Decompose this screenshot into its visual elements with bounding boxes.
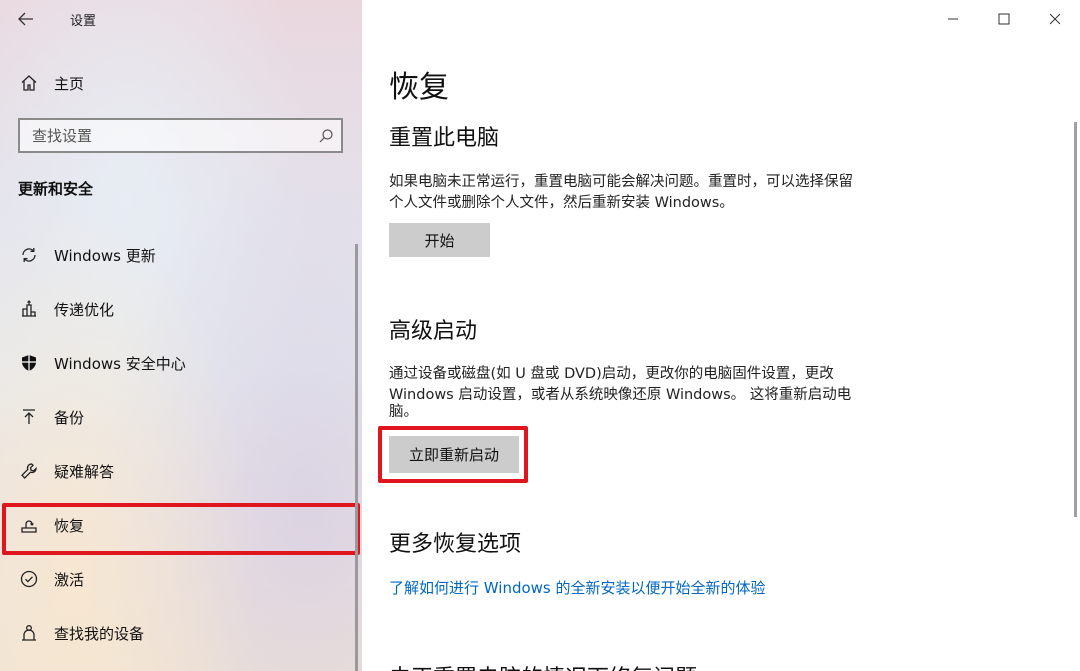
wrench-icon bbox=[0, 444, 54, 498]
back-arrow-icon bbox=[18, 12, 33, 26]
sidebar-item-windows-security[interactable]: Windows 安全中心 bbox=[0, 336, 362, 390]
sidebar-item-recovery[interactable]: 恢复 bbox=[0, 498, 362, 555]
close-button[interactable] bbox=[1029, 0, 1080, 38]
titlebar-left: 设置 bbox=[0, 0, 362, 38]
sidebar-item-label: Windows 安全中心 bbox=[54, 354, 186, 373]
search-input[interactable] bbox=[32, 126, 311, 145]
delivery-optimization-icon bbox=[0, 282, 54, 336]
advanced-startup-description: 通过设备或磁盘(如 U 盘或 DVD)启动，更改你的电脑固件设置，更改 Wind… bbox=[389, 364, 899, 419]
person-location-icon bbox=[0, 606, 54, 660]
main-scrollbar[interactable] bbox=[1074, 122, 1077, 517]
home-label: 主页 bbox=[54, 74, 85, 93]
maximize-button[interactable] bbox=[978, 0, 1029, 38]
advanced-desc-line: 通过设备或磁盘(如 U 盘或 DVD)启动，更改你的电脑固件设置，更改 bbox=[389, 366, 834, 382]
sidebar-item-label: 激活 bbox=[54, 570, 85, 589]
page-title: 恢复 bbox=[389, 70, 449, 105]
nav-list: Windows 更新 传递优化 Windows 安全中心 备份 疑难解答 恢复 … bbox=[0, 228, 362, 660]
clean-install-link[interactable]: 了解如何进行 Windows 的全新安装以便开始全新的体验 bbox=[389, 577, 766, 598]
reset-heading: 重置此电脑 bbox=[389, 126, 500, 151]
sidebar-item-label: 传递优化 bbox=[54, 300, 115, 319]
maximize-icon bbox=[998, 13, 1009, 25]
sidebar-item-label: 疑难解答 bbox=[54, 462, 115, 481]
shield-icon bbox=[0, 336, 54, 390]
sidebar-item-troubleshoot[interactable]: 疑难解答 bbox=[0, 444, 362, 498]
close-icon bbox=[1049, 13, 1060, 25]
home-nav-item[interactable]: 主页 bbox=[0, 64, 362, 102]
window-controls bbox=[927, 0, 1080, 38]
check-circle-icon bbox=[0, 552, 54, 606]
advanced-desc-line: Windows 启动设置，或者从系统映像还原 Windows。 这将重新启动电 bbox=[389, 387, 852, 403]
sidebar-item-label: 查找我的设备 bbox=[54, 624, 145, 643]
search-icon[interactable] bbox=[311, 128, 341, 144]
app-title: 设置 bbox=[70, 13, 97, 29]
minimize-icon bbox=[947, 18, 958, 20]
sidebar-item-find-my-device[interactable]: 查找我的设备 bbox=[0, 606, 362, 660]
main-content: 恢复 重置此电脑 如果电脑未正常运行，重置电脑可能会解决问题。重置时，可以选择保… bbox=[362, 0, 1080, 671]
sidebar-item-delivery-optimization[interactable]: 传递优化 bbox=[0, 282, 362, 336]
advanced-desc-line: 脑。 bbox=[389, 404, 418, 420]
fix-problems-heading: 未正重置电脑的情况下修复问题 bbox=[389, 660, 697, 671]
sync-icon bbox=[0, 228, 54, 282]
reset-desc-line: 如果电脑未正常运行，重置电脑可能会解决问题。重置时，可以选择保留 bbox=[389, 174, 853, 190]
sidebar-item-label: Windows 更新 bbox=[54, 246, 156, 265]
back-button[interactable] bbox=[0, 0, 52, 38]
reset-description: 如果电脑未正常运行，重置电脑可能会解决问题。重置时，可以选择保留 个人文件或删除… bbox=[389, 172, 899, 214]
recovery-icon bbox=[0, 498, 54, 552]
sidebar-scrollbar[interactable] bbox=[355, 244, 358, 671]
home-icon bbox=[0, 64, 54, 102]
restart-now-button[interactable]: 立即重新启动 bbox=[389, 436, 519, 473]
advanced-startup-heading: 高级启动 bbox=[389, 319, 478, 344]
reset-desc-line: 个人文件或删除个人文件，然后重新安装 Windows。 bbox=[389, 195, 734, 211]
minimize-button[interactable] bbox=[927, 0, 978, 38]
sidebar: 设置 主页 更新和安全 Windows 更新 bbox=[0, 0, 362, 671]
sidebar-item-windows-update[interactable]: Windows 更新 bbox=[0, 228, 362, 282]
reset-start-button[interactable]: 开始 bbox=[389, 223, 490, 257]
more-recovery-heading: 更多恢复选项 bbox=[389, 532, 522, 557]
search-box[interactable] bbox=[18, 118, 343, 153]
section-heading: 更新和安全 bbox=[18, 180, 94, 198]
sidebar-item-label: 恢复 bbox=[54, 516, 85, 535]
sidebar-item-label: 备份 bbox=[54, 408, 85, 427]
sidebar-item-backup[interactable]: 备份 bbox=[0, 390, 362, 444]
sidebar-item-activation[interactable]: 激活 bbox=[0, 552, 362, 606]
backup-arrow-icon bbox=[0, 390, 54, 444]
